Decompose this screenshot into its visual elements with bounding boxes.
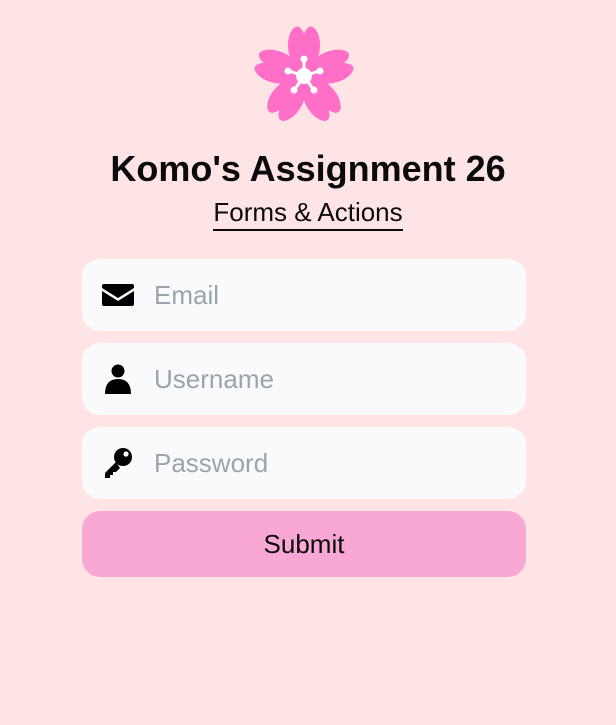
submit-button[interactable]: Submit: [82, 511, 526, 577]
subtitle-link[interactable]: Forms & Actions: [213, 196, 403, 231]
password-field[interactable]: [82, 427, 526, 499]
password-input[interactable]: [154, 427, 506, 499]
key-icon: [105, 448, 132, 478]
email-field[interactable]: [82, 259, 526, 331]
login-page: Komo's Assignment 26 Forms & Actions Sub…: [0, 0, 616, 725]
sakura-flower-icon: [251, 26, 357, 126]
username-field[interactable]: [82, 343, 526, 415]
envelope-icon: [102, 284, 134, 306]
email-input[interactable]: [154, 259, 506, 331]
username-input[interactable]: [154, 343, 506, 415]
user-icon: [105, 364, 131, 394]
page-title: Komo's Assignment 26: [110, 148, 506, 189]
subtitle-container: Forms & Actions: [0, 196, 616, 231]
